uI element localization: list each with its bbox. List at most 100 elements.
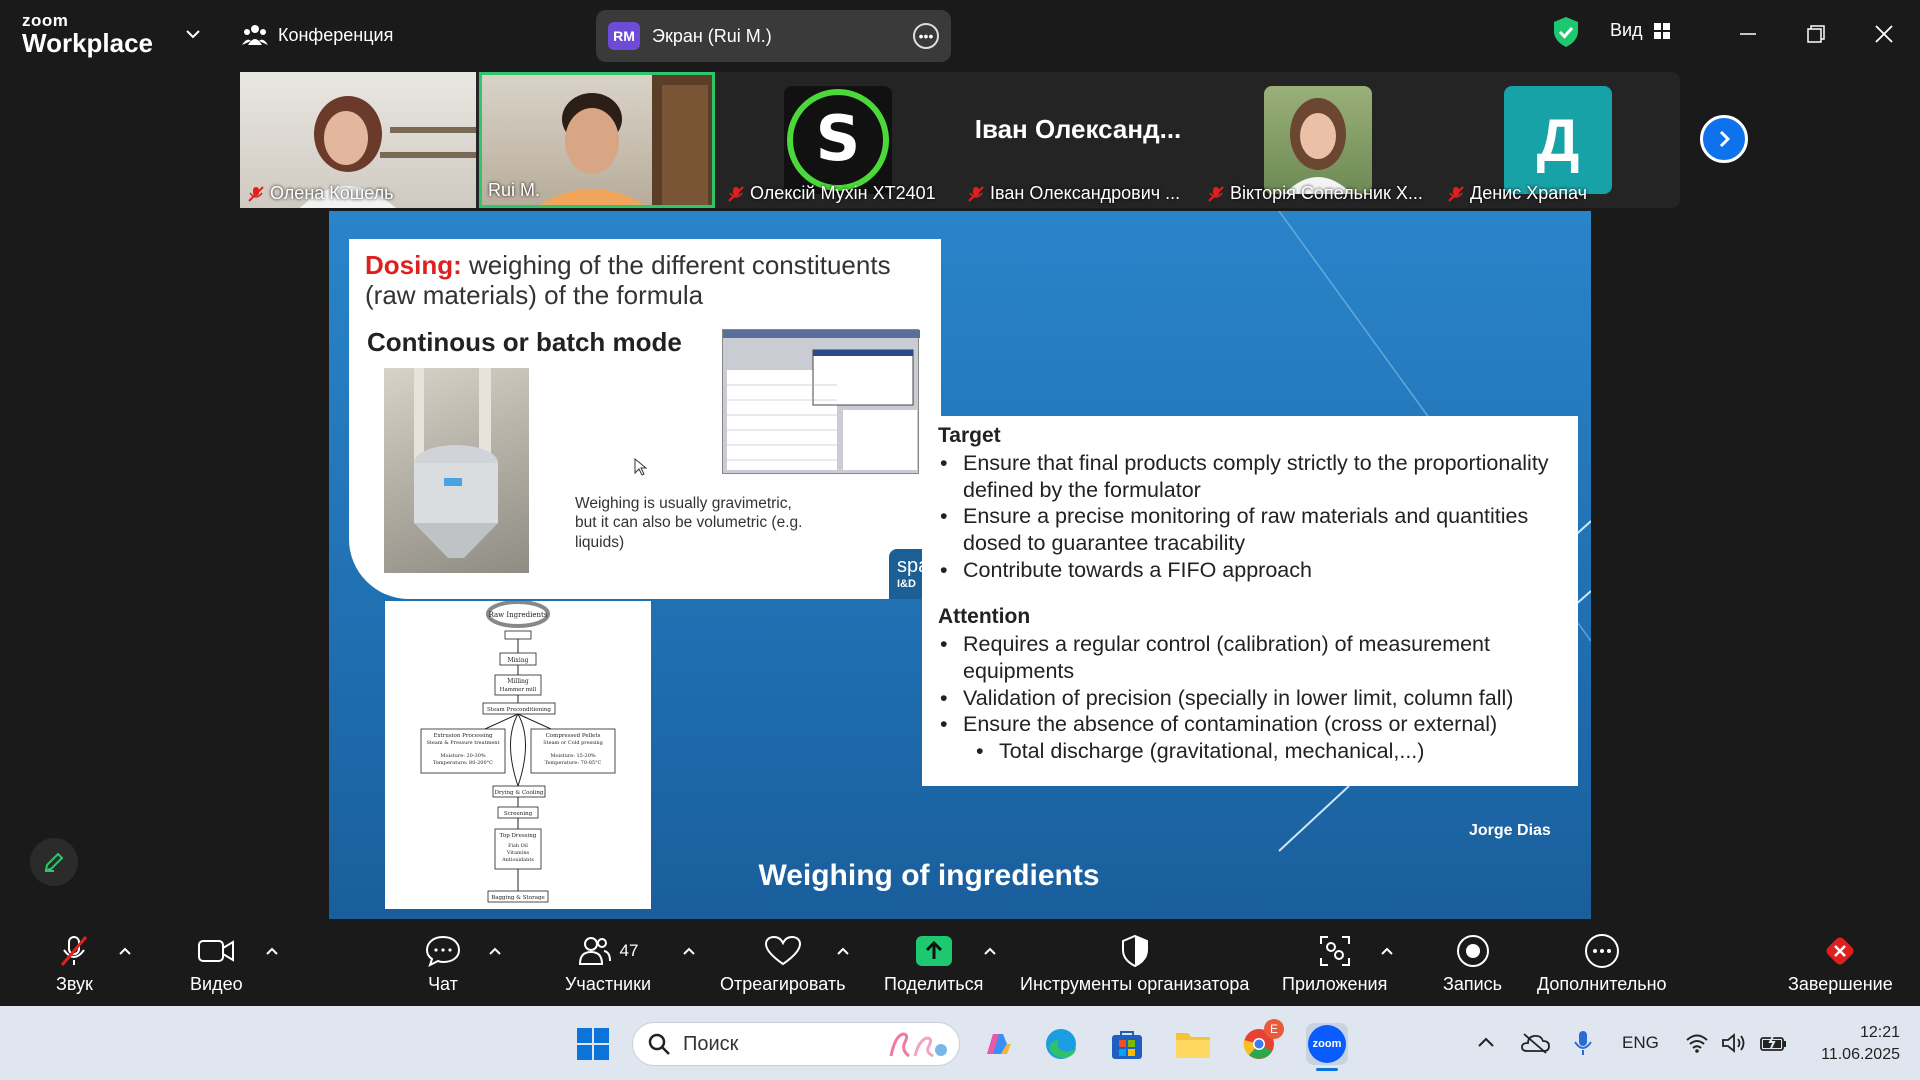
host-tools-label: Инструменты организатора bbox=[1020, 974, 1250, 994]
minimize-icon[interactable] bbox=[1730, 16, 1766, 52]
participant-tile-active-speaker[interactable]: Rui M. bbox=[479, 72, 715, 208]
video-options-caret-icon[interactable] bbox=[265, 946, 279, 956]
muted-mic-icon bbox=[728, 185, 744, 202]
muted-mic-icon bbox=[1208, 185, 1224, 202]
tray-microphone-icon[interactable] bbox=[1572, 1029, 1594, 1057]
wifi-icon[interactable] bbox=[1685, 1032, 1709, 1054]
start-button[interactable] bbox=[572, 1023, 614, 1065]
flow-steam: Steam Preconditioning bbox=[487, 707, 551, 713]
flow-extrusion-moisture: Moisture: 20-30% bbox=[440, 753, 486, 759]
apps-button[interactable]: Приложения bbox=[1282, 934, 1387, 998]
participant-name-text: Олена Кошель bbox=[270, 183, 394, 203]
chrome-app[interactable]: E bbox=[1238, 1019, 1284, 1065]
zoom-logo: zoom Workplace bbox=[22, 12, 153, 56]
microphone-muted-icon bbox=[61, 936, 88, 966]
flow-topdress-antioxidants: Antioxidants bbox=[501, 857, 534, 863]
share-label: Поделиться bbox=[884, 974, 984, 994]
target-item: Contribute towards a FIFO approach bbox=[938, 557, 1562, 584]
chat-options-caret-icon[interactable] bbox=[488, 946, 502, 956]
taskbar-search-box[interactable]: Поиск bbox=[632, 1022, 960, 1066]
flamingo-search-highlight-icon bbox=[889, 1032, 947, 1058]
clock-time: 12:21 bbox=[1859, 1024, 1900, 1041]
input-language[interactable]: ENG bbox=[1622, 1033, 1659, 1053]
participant-name: Вікторія Сопельник Х... bbox=[1206, 183, 1423, 204]
apps-icon bbox=[1319, 936, 1350, 966]
flow-topdress-vitamins: Vitamins bbox=[506, 850, 530, 856]
participant-tile[interactable]: Д Денис Храпач bbox=[1440, 72, 1676, 208]
share-screen-icon bbox=[915, 936, 952, 966]
record-label: Запись bbox=[1443, 974, 1503, 994]
dosing-card: Dosing: weighing of the different consti… bbox=[349, 239, 949, 599]
avatar-s-logo-icon: S bbox=[787, 89, 889, 191]
system-clock[interactable]: 12:21 11.06.2025 bbox=[1800, 1022, 1900, 1067]
copilot-app[interactable] bbox=[976, 1023, 1018, 1065]
weighing-note: Weighing is usually gravimetric, but it … bbox=[575, 495, 803, 551]
zoom-app[interactable]: zoom bbox=[1306, 1023, 1348, 1071]
participant-name-text: Олексій Мухін ХТ2401 bbox=[750, 183, 936, 203]
flow-topdress: Top Dressing bbox=[500, 833, 537, 839]
screen-share-indicator[interactable]: RM Экран (Rui M.) ••• bbox=[596, 10, 951, 62]
avatar-photo bbox=[1284, 98, 1352, 194]
target-list: Ensure that final products comply strict… bbox=[938, 450, 1562, 583]
mode-heading: Continous or batch mode bbox=[367, 327, 682, 357]
slide-author: Jorge Dias bbox=[1469, 822, 1551, 839]
title-bar: zoom Workplace Конференция RM Экран (Rui… bbox=[0, 0, 1920, 70]
view-button[interactable]: Вид bbox=[1610, 20, 1671, 41]
participant-tile[interactable]: Вікторія Сопельник Х... bbox=[1200, 72, 1436, 208]
participant-tile[interactable]: S Олексій Мухін ХТ2401 bbox=[720, 72, 956, 208]
record-button[interactable]: Запись bbox=[1443, 934, 1502, 998]
more-button[interactable]: Дополнительно bbox=[1537, 934, 1667, 998]
software-screenshot bbox=[722, 329, 920, 474]
store-app[interactable] bbox=[1106, 1023, 1148, 1065]
apps-options-caret-icon[interactable] bbox=[1380, 946, 1394, 956]
volume-icon[interactable] bbox=[1721, 1031, 1747, 1055]
host-shield-icon bbox=[1121, 934, 1148, 968]
next-page-button[interactable] bbox=[1700, 115, 1748, 163]
participant-name: Денис Храпач bbox=[1446, 183, 1587, 204]
chat-bubble-icon bbox=[425, 935, 461, 967]
participant-tile[interactable]: Іван Олександ... Іван Олександрович ... bbox=[960, 72, 1196, 208]
chrome-profile-badge: E bbox=[1264, 1019, 1284, 1039]
participants-options-caret-icon[interactable] bbox=[682, 946, 696, 956]
participant-name-text: Денис Храпач bbox=[1470, 183, 1587, 203]
chevron-down-icon[interactable] bbox=[183, 24, 203, 44]
participants-button[interactable]: 47 Участники bbox=[565, 934, 651, 998]
more-options-icon[interactable]: ••• bbox=[913, 23, 939, 49]
file-explorer-app[interactable] bbox=[1172, 1023, 1214, 1065]
process-flowchart: Raw Ingredients Mixing Milling Hammer mil… bbox=[420, 600, 616, 903]
tray-overflow-icon[interactable] bbox=[1474, 1031, 1498, 1055]
onedrive-icon[interactable] bbox=[1520, 1031, 1550, 1055]
dosing-heading: Dosing: weighing of the different consti… bbox=[365, 250, 925, 311]
restore-icon[interactable] bbox=[1798, 16, 1834, 52]
microsoft-store-icon bbox=[1112, 1031, 1142, 1059]
system-tray: ENG bbox=[1474, 1006, 1787, 1080]
participants-icon bbox=[578, 937, 611, 965]
participants-count: 47 bbox=[619, 941, 639, 960]
chat-label: Чат bbox=[428, 974, 458, 994]
react-button[interactable]: Отреагировать bbox=[720, 934, 846, 998]
edge-app[interactable] bbox=[1040, 1023, 1082, 1065]
react-options-caret-icon[interactable] bbox=[836, 946, 850, 956]
chat-button[interactable]: Чат bbox=[425, 934, 461, 998]
host-tools-button[interactable]: Инструменты организатора bbox=[1020, 934, 1249, 998]
participants-label: Участники bbox=[565, 974, 651, 994]
end-meeting-button[interactable]: Завершение bbox=[1788, 934, 1893, 998]
participant-tile[interactable]: Олена Кошель bbox=[240, 72, 476, 208]
avatar-letter: S bbox=[816, 102, 861, 175]
audio-options-caret-icon[interactable] bbox=[118, 946, 132, 956]
close-icon[interactable] bbox=[1866, 16, 1902, 52]
share-screen-button[interactable]: Поделиться bbox=[884, 934, 983, 998]
participant-strip: Олена Кошель Rui M. S Олексій Мухін ХТ24… bbox=[240, 72, 1680, 208]
share-options-caret-icon[interactable] bbox=[983, 946, 997, 956]
security-shield-icon[interactable] bbox=[1552, 16, 1580, 48]
participant-name: Олена Кошель bbox=[246, 183, 394, 204]
conference-button[interactable]: Конференция bbox=[242, 18, 393, 52]
audio-button[interactable]: Звук bbox=[56, 934, 93, 998]
battery-icon[interactable] bbox=[1759, 1032, 1787, 1054]
flow-pellets-temp: Temperature: 70-85°C bbox=[545, 760, 602, 766]
clock-date: 11.06.2025 bbox=[1821, 1046, 1900, 1064]
flow-topdress-fishoil: Fish Oil bbox=[508, 843, 528, 849]
annotate-pen-button[interactable] bbox=[30, 838, 78, 886]
video-button[interactable]: Видео bbox=[190, 934, 243, 998]
flow-bagging: Bagging & Storage bbox=[491, 895, 545, 901]
